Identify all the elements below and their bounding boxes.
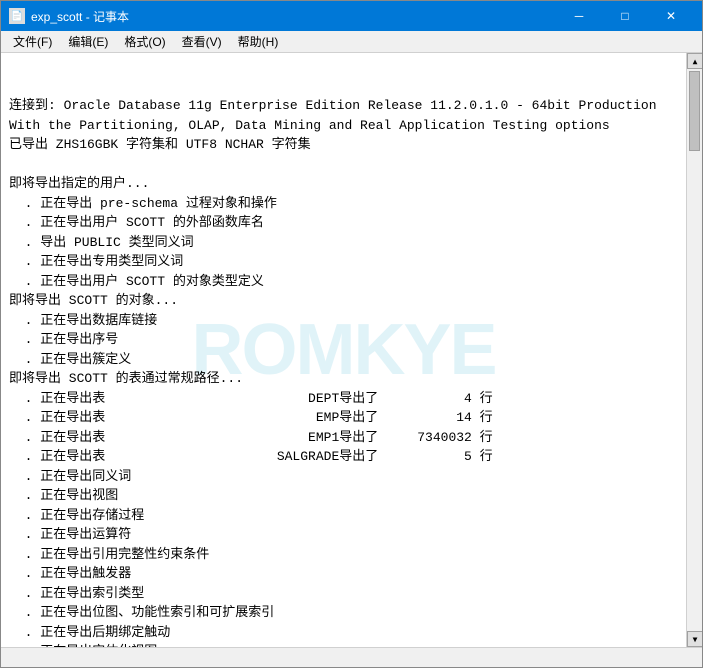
menu-file[interactable]: 文件(F) [5, 31, 60, 52]
scroll-up-button[interactable]: ▲ [687, 53, 702, 69]
menu-edit[interactable]: 编辑(E) [60, 31, 116, 52]
window-controls: ─ □ ✕ [556, 1, 694, 31]
content-area: 连接到: Oracle Database 11g Enterprise Edit… [1, 53, 702, 647]
menu-format[interactable]: 格式(O) [116, 31, 173, 52]
app-icon: 📄 [9, 8, 25, 24]
close-button[interactable]: ✕ [648, 1, 694, 31]
title-bar-left: 📄 exp_scott - 记事本 [9, 8, 129, 25]
scroll-track[interactable] [687, 69, 702, 631]
menu-view[interactable]: 查看(V) [174, 31, 230, 52]
vertical-scrollbar[interactable]: ▲ ▼ [686, 53, 702, 647]
title-bar: 📄 exp_scott - 记事本 ─ □ ✕ [1, 1, 702, 31]
scroll-thumb[interactable] [689, 71, 700, 151]
menu-help[interactable]: 帮助(H) [230, 31, 287, 52]
text-editor[interactable]: 连接到: Oracle Database 11g Enterprise Edit… [1, 53, 686, 647]
minimize-button[interactable]: ─ [556, 1, 602, 31]
status-bar [1, 647, 702, 667]
maximize-button[interactable]: □ [602, 1, 648, 31]
window-title: exp_scott - 记事本 [31, 8, 129, 25]
scroll-down-button[interactable]: ▼ [687, 631, 702, 647]
text-lines: 连接到: Oracle Database 11g Enterprise Edit… [9, 96, 678, 647]
menu-bar: 文件(F) 编辑(E) 格式(O) 查看(V) 帮助(H) [1, 31, 702, 53]
main-window: 📄 exp_scott - 记事本 ─ □ ✕ 文件(F) 编辑(E) 格式(O… [0, 0, 703, 668]
